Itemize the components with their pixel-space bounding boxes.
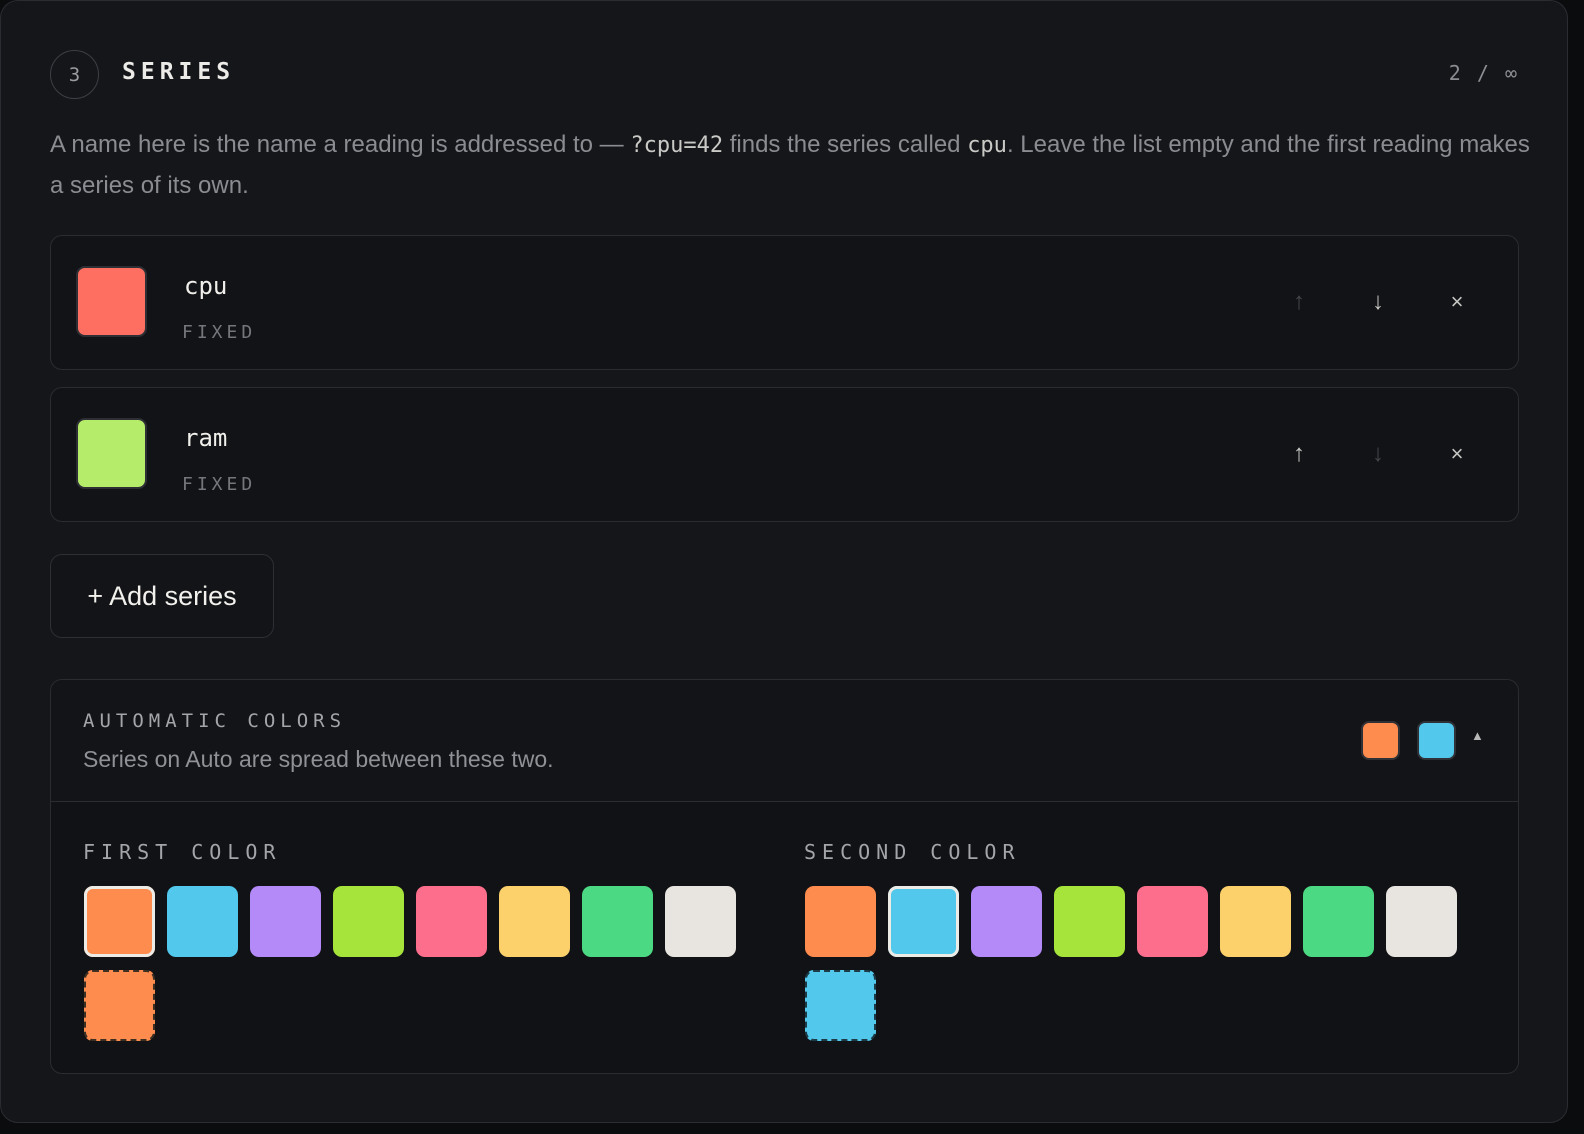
second-color-label: SECOND COLOR [804,840,1021,864]
series-panel: 3 SERIES 2 / ∞ A name here is the name a… [0,0,1568,1123]
first-color-label: FIRST COLOR [83,840,282,864]
code-example-name: cpu [967,133,1007,158]
code-example-query: ?cpu=42 [630,133,724,158]
step-number-badge: 3 [50,50,99,99]
move-up-button[interactable]: ↑ [1281,436,1317,472]
close-icon: × [1450,441,1464,466]
color-swatch[interactable] [1054,886,1125,957]
color-swatch[interactable] [84,886,155,957]
move-down-button[interactable]: ↓ [1360,284,1396,320]
color-swatch[interactable] [1386,886,1457,957]
color-swatch[interactable] [971,886,1042,957]
series-count: 2 / ∞ [1448,61,1517,85]
color-swatch[interactable] [333,886,404,957]
series-color-mode[interactable]: FIXED [182,474,256,495]
series-color-mode[interactable]: FIXED [182,322,256,343]
remove-series-button[interactable]: × [1439,436,1475,472]
color-swatch[interactable] [1220,886,1291,957]
arrow-down-icon: ↓ [1372,288,1384,315]
color-swatch[interactable] [416,886,487,957]
automatic-colors-subtitle: Series on Auto are spread between these … [83,746,554,772]
color-swatch[interactable] [167,886,238,957]
series-color-swatch[interactable] [76,418,147,489]
arrow-down-icon: ↓ [1372,440,1384,467]
automatic-colors-title: AUTOMATIC COLORS [83,710,347,732]
section-title: SERIES [122,59,236,85]
move-up-button[interactable]: ↑ [1281,284,1317,320]
series-row-cpu: cpu FIXED ↑ ↓ × [50,235,1519,370]
custom-color-swatch[interactable] [84,970,155,1041]
series-color-swatch[interactable] [76,266,147,337]
arrow-up-icon: ↑ [1293,440,1305,467]
section-description: A name here is the name a reading is add… [50,131,1530,199]
series-name[interactable]: ram [184,424,227,452]
collapse-caret-icon[interactable]: ▲ [1471,728,1484,743]
add-series-button[interactable]: + Add series [50,554,274,638]
color-swatch[interactable] [665,886,736,957]
close-icon: × [1450,289,1464,314]
color-swatch[interactable] [582,886,653,957]
automatic-colors-card: AUTOMATIC COLORS Series on Auto are spre… [50,679,1519,1074]
series-name[interactable]: cpu [184,272,227,300]
first-color-preview [1361,721,1400,760]
remove-series-button[interactable]: × [1439,284,1475,320]
second-color-palette [805,886,1465,1041]
second-color-preview [1417,721,1456,760]
arrow-up-icon: ↑ [1293,288,1305,315]
color-swatch[interactable] [250,886,321,957]
color-swatch[interactable] [1303,886,1374,957]
first-color-palette [84,886,744,1041]
custom-color-swatch[interactable] [805,970,876,1041]
move-down-button[interactable]: ↓ [1360,436,1396,472]
series-row-ram: ram FIXED ↑ ↓ × [50,387,1519,522]
color-swatch[interactable] [888,886,959,957]
color-swatch[interactable] [1137,886,1208,957]
color-swatch[interactable] [805,886,876,957]
automatic-colors-header[interactable]: AUTOMATIC COLORS Series on Auto are spre… [51,680,1518,802]
color-swatch[interactable] [499,886,570,957]
